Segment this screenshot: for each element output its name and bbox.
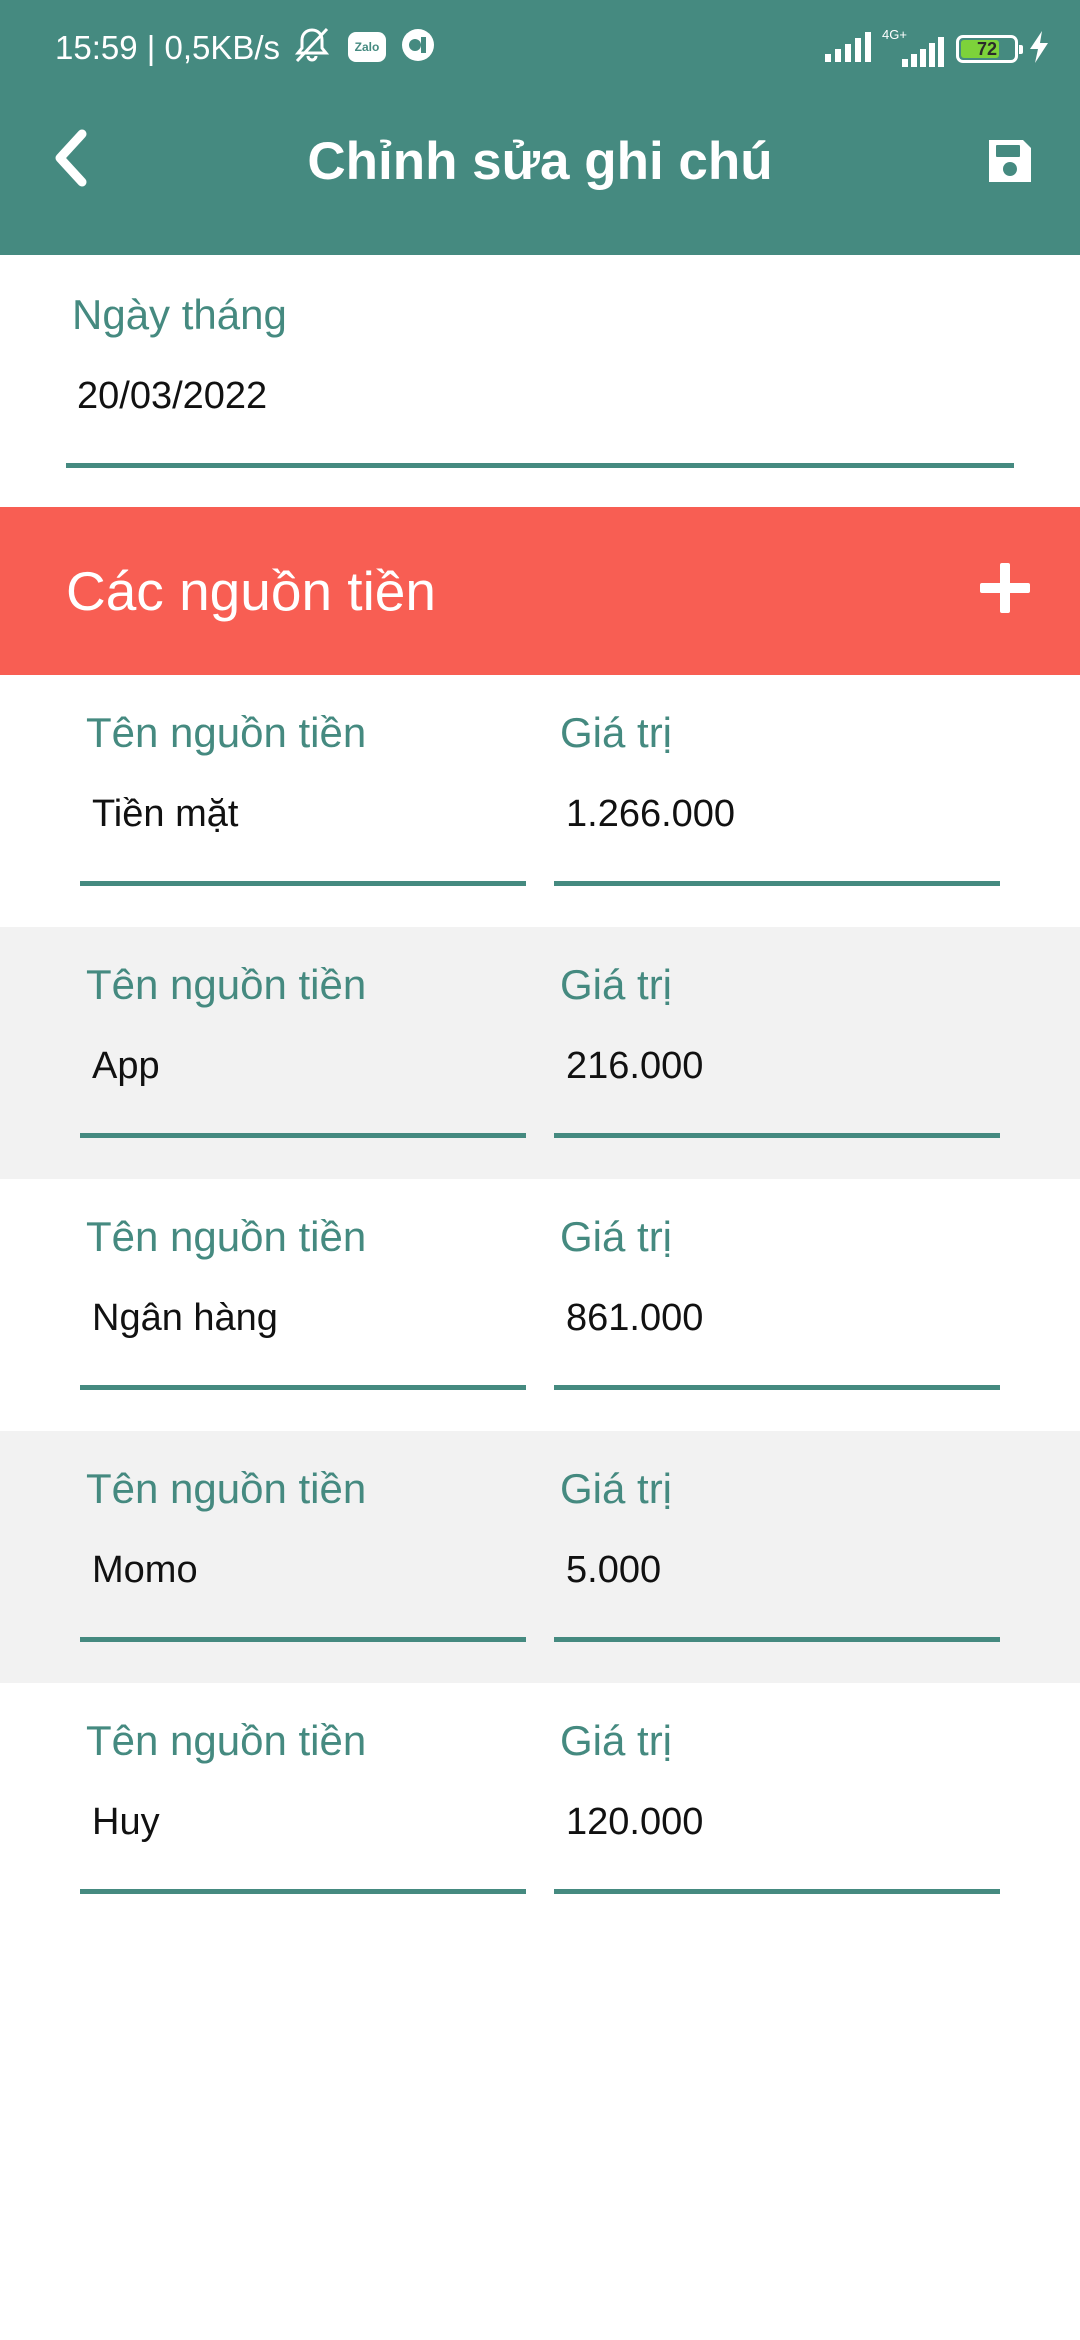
source-list: Tên nguồn tiền Tiền mặt Giá trị 1.266.00… (0, 675, 1080, 1935)
field-underline (80, 1889, 526, 1894)
source-name-input[interactable]: Ngân hàng (92, 1297, 278, 1340)
zalo-icon: Zalo (348, 32, 386, 62)
source-name-field[interactable]: Tên nguồn tiền Momo (80, 1431, 526, 1683)
charging-bolt-icon (1028, 30, 1050, 68)
status-time-speed: 15:59 | 0,5KB/s (55, 29, 281, 66)
app-bar: Chỉnh sửa ghi chú (0, 95, 1080, 255)
source-row: Tên nguồn tiền Momo Giá trị 5.000 (0, 1431, 1080, 1683)
source-name-input[interactable]: Momo (92, 1549, 198, 1592)
source-name-field[interactable]: Tên nguồn tiền Ngân hàng (80, 1179, 526, 1431)
save-button[interactable] (980, 133, 1040, 193)
signal-icon (824, 31, 872, 67)
add-source-button[interactable] (970, 555, 1040, 625)
source-value-label: Giá trị (560, 961, 673, 1008)
source-name-label: Tên nguồn tiền (86, 1213, 367, 1260)
page-title: Chỉnh sửa ghi chú (307, 132, 773, 191)
date-underline (66, 463, 1014, 468)
date-input[interactable]: 20/03/2022 (77, 375, 267, 418)
floppy-disk-icon (985, 136, 1035, 191)
field-underline (80, 1385, 526, 1390)
source-name-field[interactable]: Tên nguồn tiền App (80, 927, 526, 1179)
status-icons-left: Zalo (290, 24, 436, 70)
source-name-input[interactable]: Huy (92, 1801, 160, 1844)
plus-icon (978, 561, 1032, 620)
status-icons-right: 4G+ 72 (824, 26, 1050, 72)
field-underline (554, 1385, 1000, 1390)
source-value-input[interactable]: 216.000 (566, 1045, 703, 1088)
signal-4g-icon: 4G+ (882, 27, 946, 67)
source-row: Tên nguồn tiền App Giá trị 216.000 (0, 927, 1080, 1179)
source-row: Tên nguồn tiền Ngân hàng Giá trị 861.000 (0, 1179, 1080, 1431)
field-underline (554, 1637, 1000, 1642)
source-name-input[interactable]: App (92, 1045, 160, 1088)
top-bar: 15:59 | 0,5KB/s Zalo 4G+ 72 Chỉnh sửa gh… (0, 0, 1080, 255)
field-underline (554, 881, 1000, 886)
field-underline (80, 1637, 526, 1642)
source-value-input[interactable]: 5.000 (566, 1549, 661, 1592)
source-value-input[interactable]: 120.000 (566, 1801, 703, 1844)
battery-icon: 72 (956, 35, 1023, 63)
date-field[interactable]: Ngày tháng 20/03/2022 (0, 255, 1080, 507)
source-name-label: Tên nguồn tiền (86, 709, 367, 756)
source-row: Tên nguồn tiền Huy Giá trị 120.000 (0, 1683, 1080, 1935)
sources-title: Các nguồn tiền (66, 560, 436, 622)
sources-header: Các nguồn tiền (0, 507, 1080, 675)
source-name-label: Tên nguồn tiền (86, 961, 367, 1008)
source-value-label: Giá trị (560, 709, 673, 756)
source-name-input[interactable]: Tiền mặt (92, 793, 238, 836)
status-bar: 15:59 | 0,5KB/s Zalo 4G+ 72 (0, 0, 1080, 95)
date-field-label: Ngày tháng (72, 291, 287, 338)
source-value-label: Giá trị (560, 1465, 673, 1512)
source-name-field[interactable]: Tên nguồn tiền Huy (80, 1683, 526, 1935)
bell-muted-icon (290, 25, 334, 70)
source-value-field[interactable]: Giá trị 216.000 (554, 927, 1000, 1179)
source-value-input[interactable]: 861.000 (566, 1297, 703, 1340)
source-value-input[interactable]: 1.266.000 (566, 793, 735, 836)
source-value-field[interactable]: Giá trị 861.000 (554, 1179, 1000, 1431)
source-value-label: Giá trị (560, 1213, 673, 1260)
source-value-field[interactable]: Giá trị 5.000 (554, 1431, 1000, 1683)
source-name-label: Tên nguồn tiền (86, 1465, 367, 1512)
field-underline (554, 1889, 1000, 1894)
field-underline (80, 1133, 526, 1138)
app-circle-icon (400, 27, 436, 68)
battery-level: 72 (976, 38, 998, 59)
source-name-field[interactable]: Tên nguồn tiền Tiền mặt (80, 675, 526, 927)
source-row: Tên nguồn tiền Tiền mặt Giá trị 1.266.00… (0, 675, 1080, 927)
source-name-label: Tên nguồn tiền (86, 1717, 367, 1764)
source-value-label: Giá trị (560, 1717, 673, 1764)
field-underline (80, 881, 526, 886)
source-value-field[interactable]: Giá trị 1.266.000 (554, 675, 1000, 927)
source-value-field[interactable]: Giá trị 120.000 (554, 1683, 1000, 1935)
field-underline (554, 1133, 1000, 1138)
